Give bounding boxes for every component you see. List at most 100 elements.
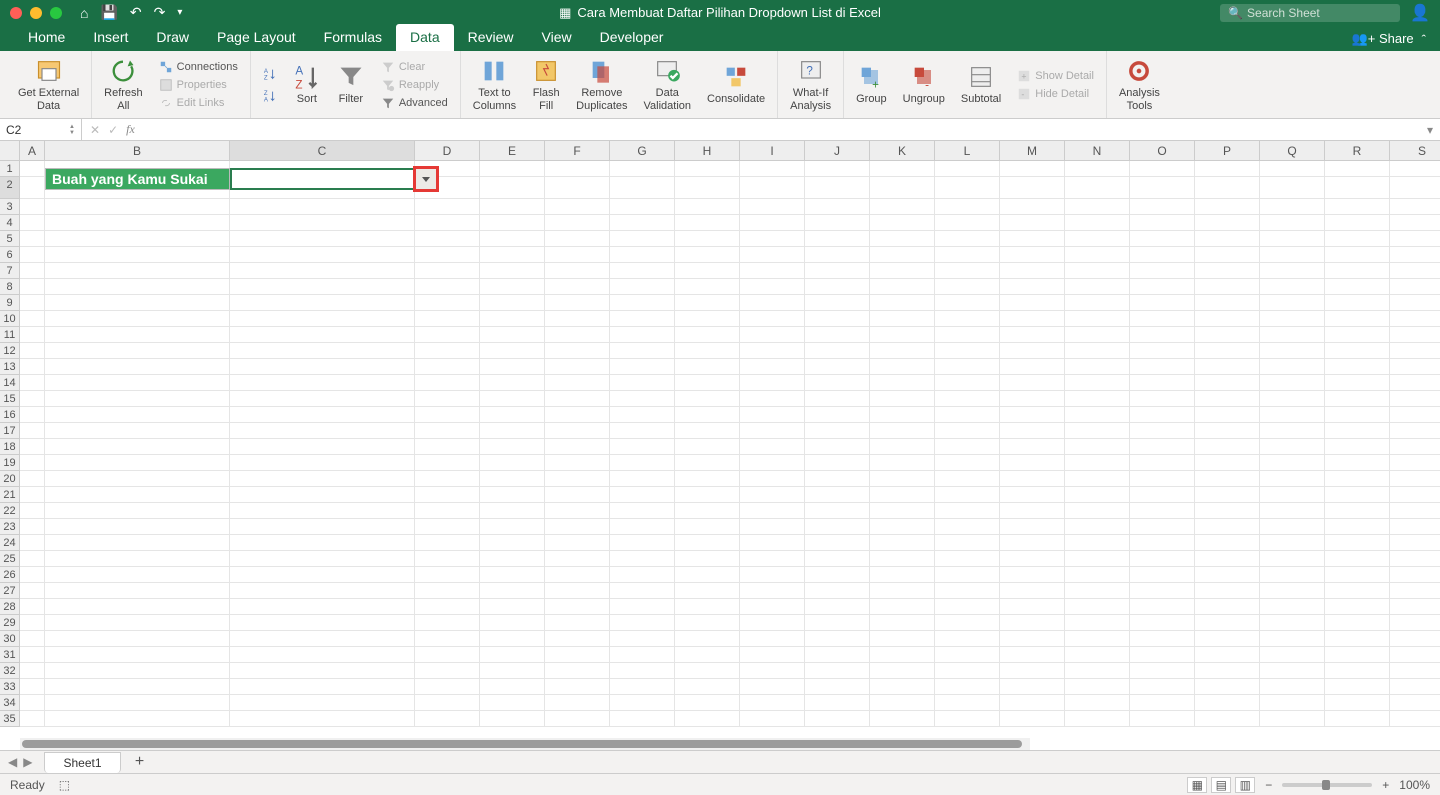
row-header-35[interactable]: 35 <box>0 711 20 727</box>
cell-E1[interactable] <box>480 161 545 177</box>
cell-B31[interactable] <box>45 647 230 663</box>
cell-B30[interactable] <box>45 631 230 647</box>
row-header-18[interactable]: 18 <box>0 439 20 455</box>
cell-R14[interactable] <box>1325 375 1390 391</box>
cell-J11[interactable] <box>805 327 870 343</box>
cell-Q27[interactable] <box>1260 583 1325 599</box>
cell-D5[interactable] <box>415 231 480 247</box>
cell-Q8[interactable] <box>1260 279 1325 295</box>
cell-C10[interactable] <box>230 311 415 327</box>
cell-Q31[interactable] <box>1260 647 1325 663</box>
get-external-data-button[interactable]: Get External Data <box>14 55 83 113</box>
cell-K15[interactable] <box>870 391 935 407</box>
cell-K16[interactable] <box>870 407 935 423</box>
cell-S9[interactable] <box>1390 295 1440 311</box>
cell-I15[interactable] <box>740 391 805 407</box>
cell-I23[interactable] <box>740 519 805 535</box>
cell-D7[interactable] <box>415 263 480 279</box>
cell-D27[interactable] <box>415 583 480 599</box>
cell-A19[interactable] <box>20 455 45 471</box>
data-validation-button[interactable]: Data Validation <box>640 55 696 113</box>
cell-L29[interactable] <box>935 615 1000 631</box>
cell-N21[interactable] <box>1065 487 1130 503</box>
cell-S18[interactable] <box>1390 439 1440 455</box>
cell-Q24[interactable] <box>1260 535 1325 551</box>
cell-B27[interactable] <box>45 583 230 599</box>
cell-M3[interactable] <box>1000 199 1065 215</box>
cell-G16[interactable] <box>610 407 675 423</box>
cell-N15[interactable] <box>1065 391 1130 407</box>
cell-F17[interactable] <box>545 423 610 439</box>
row-header-9[interactable]: 9 <box>0 295 20 311</box>
cell-H11[interactable] <box>675 327 740 343</box>
cell-E26[interactable] <box>480 567 545 583</box>
cell-F7[interactable] <box>545 263 610 279</box>
cell-G35[interactable] <box>610 711 675 727</box>
cell-M27[interactable] <box>1000 583 1065 599</box>
cell-Q20[interactable] <box>1260 471 1325 487</box>
cell-M8[interactable] <box>1000 279 1065 295</box>
cell-L27[interactable] <box>935 583 1000 599</box>
name-box-down-icon[interactable]: ▼ <box>69 130 75 136</box>
cell-S12[interactable] <box>1390 343 1440 359</box>
cell-A1[interactable] <box>20 161 45 177</box>
cell-F2[interactable] <box>545 177 610 199</box>
cell-G31[interactable] <box>610 647 675 663</box>
cell-I9[interactable] <box>740 295 805 311</box>
cell-N27[interactable] <box>1065 583 1130 599</box>
cell-M26[interactable] <box>1000 567 1065 583</box>
cell-S15[interactable] <box>1390 391 1440 407</box>
cell-E23[interactable] <box>480 519 545 535</box>
cell-A7[interactable] <box>20 263 45 279</box>
cell-A28[interactable] <box>20 599 45 615</box>
cell-M12[interactable] <box>1000 343 1065 359</box>
cell-M22[interactable] <box>1000 503 1065 519</box>
cell-M1[interactable] <box>1000 161 1065 177</box>
window-maximize[interactable] <box>50 7 62 19</box>
cell-C20[interactable] <box>230 471 415 487</box>
cell-N34[interactable] <box>1065 695 1130 711</box>
cell-F10[interactable] <box>545 311 610 327</box>
cell-S13[interactable] <box>1390 359 1440 375</box>
cell-Q28[interactable] <box>1260 599 1325 615</box>
column-header-C[interactable]: C <box>230 141 415 161</box>
cell-F28[interactable] <box>545 599 610 615</box>
cell-J22[interactable] <box>805 503 870 519</box>
cell-D24[interactable] <box>415 535 480 551</box>
menu-data[interactable]: Data <box>396 24 454 51</box>
cell-S8[interactable] <box>1390 279 1440 295</box>
cell-F4[interactable] <box>545 215 610 231</box>
cell-B29[interactable] <box>45 615 230 631</box>
cell-D22[interactable] <box>415 503 480 519</box>
cell-O10[interactable] <box>1130 311 1195 327</box>
cell-M30[interactable] <box>1000 631 1065 647</box>
cell-S23[interactable] <box>1390 519 1440 535</box>
cell-K10[interactable] <box>870 311 935 327</box>
cell-P1[interactable] <box>1195 161 1260 177</box>
cell-C17[interactable] <box>230 423 415 439</box>
cell-S5[interactable] <box>1390 231 1440 247</box>
cell-A14[interactable] <box>20 375 45 391</box>
cell-C27[interactable] <box>230 583 415 599</box>
cell-P25[interactable] <box>1195 551 1260 567</box>
cell-E17[interactable] <box>480 423 545 439</box>
cell-O24[interactable] <box>1130 535 1195 551</box>
cell-A24[interactable] <box>20 535 45 551</box>
cell-B33[interactable] <box>45 679 230 695</box>
cell-J17[interactable] <box>805 423 870 439</box>
formula-bar-expand-icon[interactable]: ▾ <box>1420 123 1440 137</box>
cell-E27[interactable] <box>480 583 545 599</box>
cell-A27[interactable] <box>20 583 45 599</box>
cell-J27[interactable] <box>805 583 870 599</box>
cell-E15[interactable] <box>480 391 545 407</box>
cell-D15[interactable] <box>415 391 480 407</box>
cell-G19[interactable] <box>610 455 675 471</box>
cell-S22[interactable] <box>1390 503 1440 519</box>
cell-R1[interactable] <box>1325 161 1390 177</box>
cell-A15[interactable] <box>20 391 45 407</box>
cell-O34[interactable] <box>1130 695 1195 711</box>
menu-view[interactable]: View <box>528 24 586 51</box>
cell-N24[interactable] <box>1065 535 1130 551</box>
cell-F30[interactable] <box>545 631 610 647</box>
cell-C34[interactable] <box>230 695 415 711</box>
